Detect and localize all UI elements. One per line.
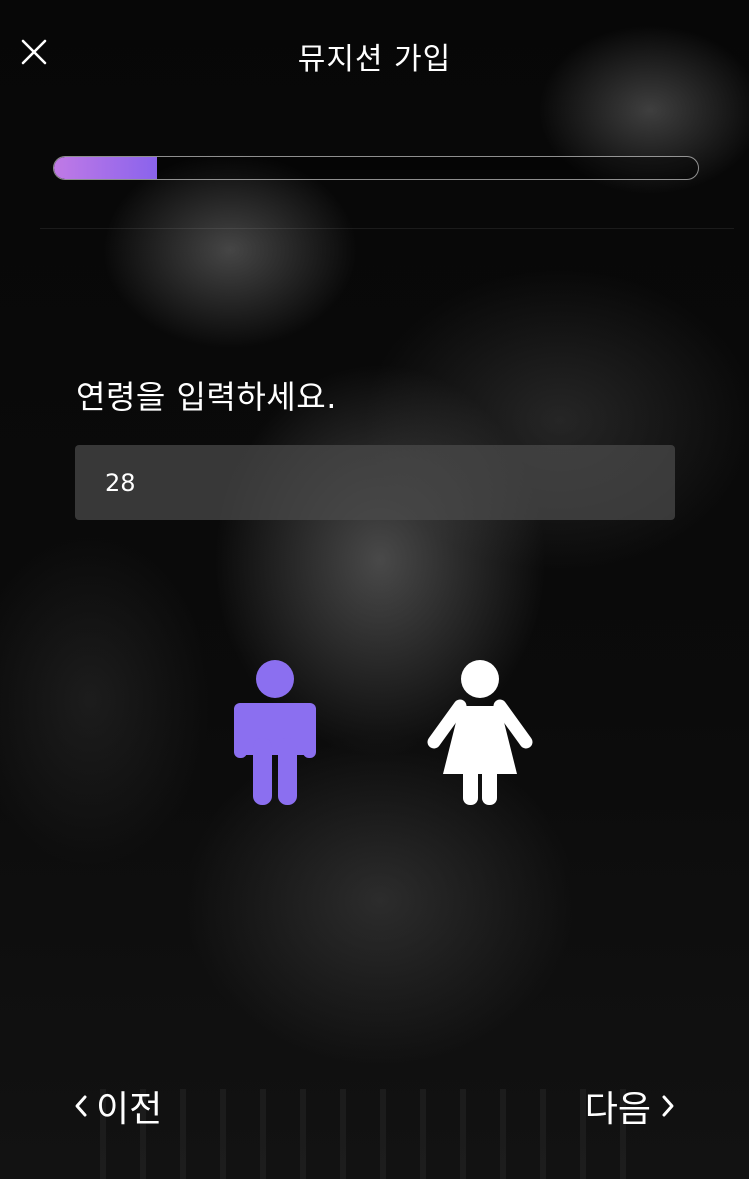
chevron-right-icon <box>662 1095 674 1117</box>
male-figure-icon <box>234 660 316 805</box>
age-prompt: 연령을 입력하세요. <box>76 378 337 416</box>
next-button[interactable]: 다음 <box>585 1080 677 1132</box>
next-label: 다음 <box>584 1089 651 1130</box>
female-figure-icon <box>427 660 533 805</box>
male-option[interactable] <box>232 658 318 806</box>
page-title: 뮤지션 가입 <box>297 42 452 77</box>
chevron-left-icon <box>75 1095 87 1117</box>
age-input[interactable] <box>105 468 645 497</box>
header-divider <box>40 228 734 229</box>
female-option[interactable] <box>427 658 533 806</box>
prev-button[interactable]: 이전 <box>72 1080 162 1132</box>
progress-bar <box>53 156 699 180</box>
progress-fill <box>54 157 158 179</box>
prev-label: 이전 <box>96 1089 163 1130</box>
background-mixer-deck <box>100 1089 649 1179</box>
age-field[interactable] <box>75 445 675 520</box>
